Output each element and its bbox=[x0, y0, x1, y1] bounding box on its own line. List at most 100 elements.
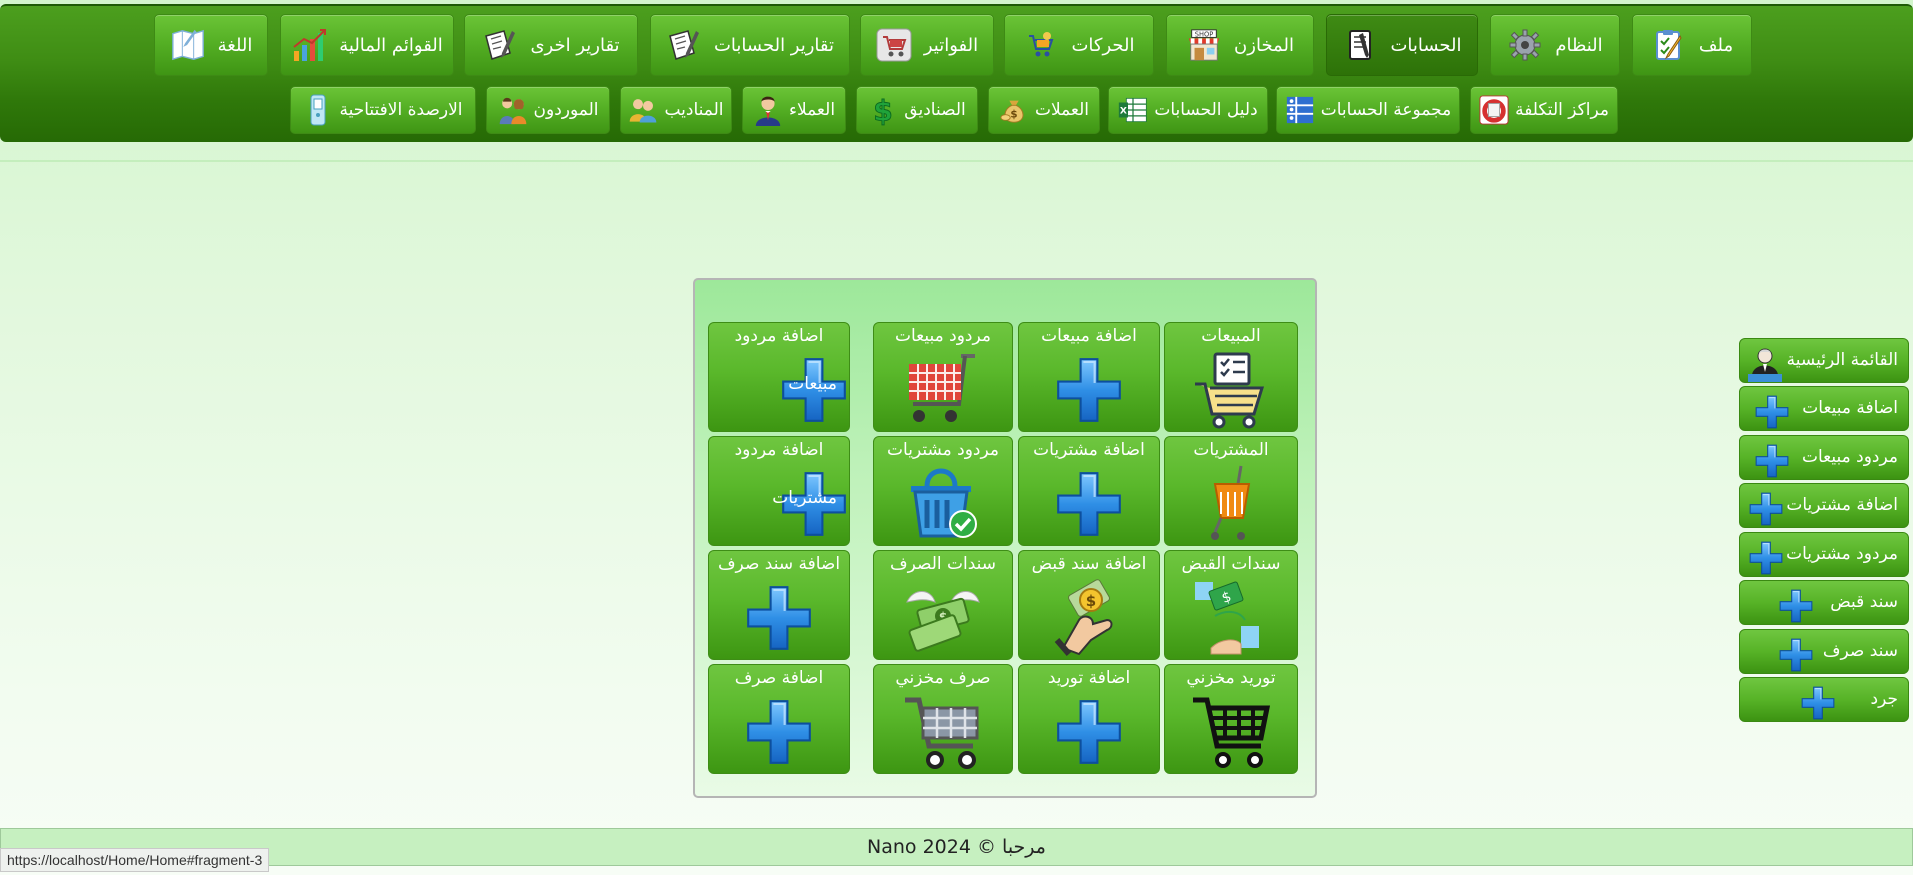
svg-text:$: $ bbox=[1086, 592, 1096, 610]
tile-1[interactable]: اضافة مبيعات bbox=[1018, 322, 1160, 432]
tile-label: صرف مخزني bbox=[895, 668, 991, 688]
subnav-item-2[interactable]: دليل الحسابات X bbox=[1108, 86, 1268, 134]
svg-text:X: X bbox=[1120, 105, 1127, 116]
nav-tab-7[interactable]: تقارير اخرى bbox=[464, 14, 638, 76]
tile-label: اضافة سند صرف bbox=[717, 554, 841, 574]
plus-icon bbox=[1019, 693, 1159, 771]
nav-tab-8[interactable]: القوائم المالية bbox=[280, 14, 454, 76]
cart-icon bbox=[1023, 27, 1059, 63]
red-cart-icon bbox=[874, 351, 1012, 429]
checklist-icon bbox=[1651, 27, 1687, 63]
nav-tab-2[interactable]: الحسابات bbox=[1326, 14, 1478, 76]
plus-icon bbox=[1780, 588, 1814, 622]
side-menu-item-0[interactable]: القائمة الرئيسية bbox=[1739, 338, 1909, 383]
side-menu-item-4[interactable]: مردود مشتريات bbox=[1739, 532, 1909, 577]
subnav-item-8[interactable]: الارصدة الافتتاحية bbox=[290, 86, 476, 134]
nav-tab-label: النظام bbox=[1555, 34, 1603, 56]
delegates-icon bbox=[628, 95, 658, 125]
footer-text: Nano 2024 © مرحبا bbox=[867, 836, 1046, 858]
plus-icon bbox=[1756, 394, 1790, 428]
subnav-label: الارصدة الافتتاحية bbox=[339, 100, 463, 120]
subnav-item-5[interactable]: العملاء bbox=[742, 86, 846, 134]
tile-9[interactable]: اضافة سند قبض $ bbox=[1018, 550, 1160, 660]
tile-label: اضافة مشتريات bbox=[1033, 440, 1145, 460]
svg-text:$: $ bbox=[1010, 109, 1017, 121]
tile-12[interactable]: توريد مخزني bbox=[1164, 664, 1298, 774]
tile-4[interactable]: المشتريات bbox=[1164, 436, 1298, 546]
subnav-item-4[interactable]: الصناديق $ bbox=[856, 86, 978, 134]
side-menu-item-7[interactable]: جرد bbox=[1739, 677, 1909, 722]
subnav-label: الصناديق bbox=[904, 100, 966, 120]
tile-label-secondary: مبيعات bbox=[788, 374, 837, 394]
tile-3[interactable]: اضافة مردود مبيعات bbox=[708, 322, 850, 432]
tile-5[interactable]: اضافة مشتريات bbox=[1018, 436, 1160, 546]
nav-tab-label: المخازن bbox=[1234, 34, 1294, 56]
coin-hand-icon: $ bbox=[1019, 579, 1159, 657]
nav-tab-label: الحسابات bbox=[1390, 34, 1462, 56]
nav-tab-label: القوائم المالية bbox=[339, 34, 443, 56]
tile-label: المشتريات bbox=[1193, 440, 1269, 460]
nav-tab-9[interactable]: اللغة bbox=[154, 14, 268, 76]
nav-tab-label: تقارير اخرى bbox=[530, 34, 620, 56]
tile-label: اضافة توريد bbox=[1047, 668, 1131, 688]
account-group-icon bbox=[1285, 95, 1315, 125]
tile-10[interactable]: سندات الصرف $ bbox=[873, 550, 1013, 660]
divider bbox=[0, 160, 1913, 162]
side-menu-item-3[interactable]: اضافة مشتريات bbox=[1739, 483, 1909, 528]
tile-7[interactable]: اضافة مردود مشتريات bbox=[708, 436, 850, 546]
subnav-label: دليل الحسابات bbox=[1154, 100, 1258, 120]
tile-label: توريد مخزني bbox=[1186, 668, 1276, 688]
tile-14[interactable]: صرف مخزني bbox=[873, 664, 1013, 774]
map-icon bbox=[170, 27, 206, 63]
subnav-item-1[interactable]: مجموعة الحسابات bbox=[1276, 86, 1460, 134]
money-bag-icon: $ bbox=[999, 95, 1029, 125]
tile-15[interactable]: اضافة صرف bbox=[708, 664, 850, 774]
subnav-label: مراكز التكلفة bbox=[1515, 100, 1609, 120]
tile-13[interactable]: اضافة توريد bbox=[1018, 664, 1160, 774]
tile-0[interactable]: المبيعات bbox=[1164, 322, 1298, 432]
tile-2[interactable]: مردود مبيعات bbox=[873, 322, 1013, 432]
tile-label: سندات القبض bbox=[1181, 554, 1281, 574]
tile-label: مردود مشتريات bbox=[887, 440, 999, 460]
nav-tab-5[interactable]: الفواتير bbox=[860, 14, 994, 76]
subnav-label: العملات bbox=[1034, 100, 1090, 120]
nav-tab-label: تقارير الحسابات bbox=[713, 34, 835, 56]
side-menu-item-5[interactable]: سند قبض bbox=[1739, 580, 1909, 625]
tile-8[interactable]: سندات القبض $ bbox=[1164, 550, 1298, 660]
side-menu-label: القائمة الرئيسية bbox=[1786, 350, 1898, 370]
tile-label: اضافة صرف bbox=[734, 668, 824, 688]
user-desk-icon bbox=[1748, 346, 1784, 382]
customer-icon bbox=[753, 95, 783, 126]
tile-label: مردود مبيعات bbox=[895, 326, 991, 346]
subnav-item-7[interactable]: الموردون bbox=[486, 86, 610, 134]
subnav-label: العملاء bbox=[788, 100, 836, 120]
side-menu-label: سند قبض bbox=[1830, 592, 1898, 612]
subnav-item-0[interactable]: مراكز التكلفة bbox=[1470, 86, 1618, 134]
status-bar-url: https://localhost/Home/Home#fragment-3 bbox=[0, 848, 270, 872]
dollar-icon: $ bbox=[868, 94, 898, 127]
plus-icon bbox=[1802, 685, 1836, 719]
subnav-label: الموردون bbox=[533, 100, 599, 120]
side-menu-label: مردود مشتريات bbox=[1786, 544, 1898, 564]
tile-label: اضافة مردود bbox=[734, 440, 824, 460]
nav-tab-1[interactable]: النظام bbox=[1490, 14, 1620, 76]
side-menu-item-1[interactable]: اضافة مبيعات bbox=[1739, 386, 1909, 431]
nav-tab-0[interactable]: ملف bbox=[1632, 14, 1752, 76]
ledger-icon bbox=[1342, 27, 1378, 63]
nav-tab-3[interactable]: المخازن SHOP bbox=[1166, 14, 1314, 76]
plus-icon bbox=[1019, 351, 1159, 429]
tile-11[interactable]: اضافة سند صرف bbox=[708, 550, 850, 660]
side-menu-item-6[interactable]: سند صرف bbox=[1739, 629, 1909, 674]
nav-tab-6[interactable]: تقارير الحسابات bbox=[650, 14, 850, 76]
tile-label: المبيعات bbox=[1201, 326, 1261, 346]
nav-tab-4[interactable]: الحركات bbox=[1004, 14, 1154, 76]
side-menu-item-2[interactable]: مردود مبيعات bbox=[1739, 435, 1909, 480]
tile-6[interactable]: مردود مشتريات bbox=[873, 436, 1013, 546]
subnav-item-3[interactable]: العملات $ bbox=[988, 86, 1100, 134]
excel-icon: X bbox=[1118, 95, 1148, 125]
subnav-item-6[interactable]: المناديب bbox=[620, 86, 732, 134]
bar-chart-icon bbox=[291, 27, 327, 63]
svg-text:SHOP: SHOP bbox=[1195, 30, 1213, 38]
hand-money-icon: $ bbox=[1165, 579, 1297, 657]
side-menu-label: جرد bbox=[1870, 689, 1898, 709]
